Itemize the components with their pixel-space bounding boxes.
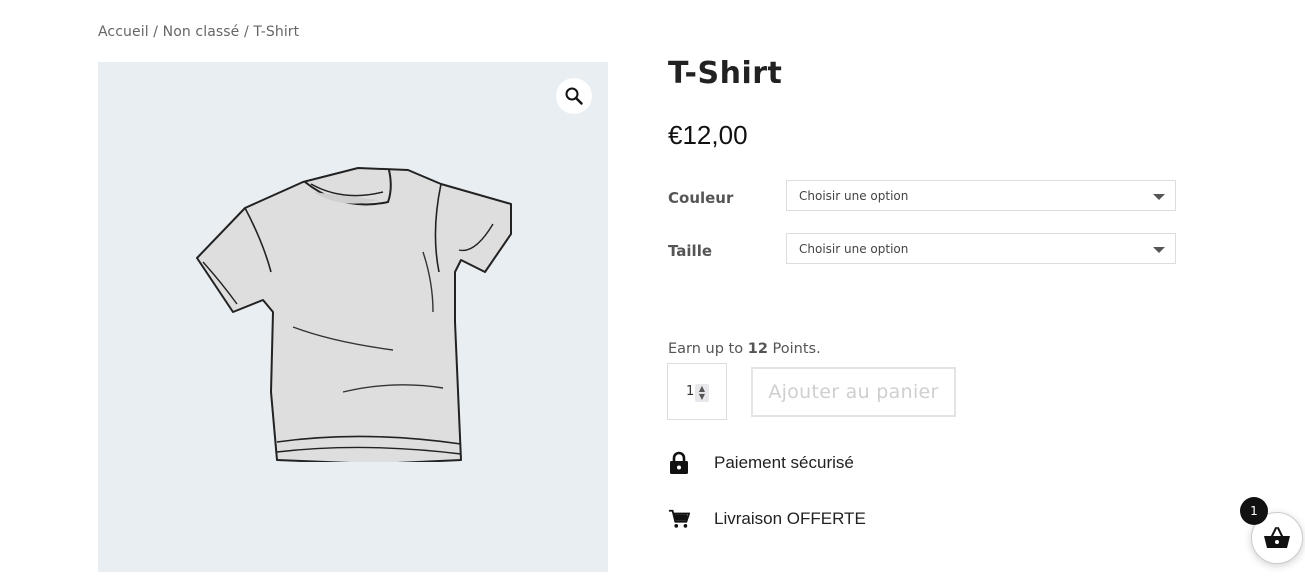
basket-icon (1264, 527, 1290, 548)
lock-icon (668, 451, 690, 475)
size-select[interactable]: Choisir une option (786, 233, 1176, 264)
add-to-cart-button[interactable]: Ajouter au panier (751, 367, 956, 417)
points-amount: 12 (747, 341, 768, 357)
breadcrumb-category-link[interactable]: Non classé (163, 24, 240, 40)
color-label: Couleur (668, 189, 734, 207)
magnifier-icon (565, 87, 583, 105)
chevron-down-icon (1153, 194, 1165, 200)
breadcrumb-current: T-Shirt (253, 24, 300, 40)
breadcrumb: Accueil / Non classé / T-Shirt (98, 24, 299, 40)
size-label: Taille (668, 242, 713, 260)
feature-free-delivery: Livraison OFFERTE (668, 507, 866, 531)
points-suffix: Points. (772, 341, 821, 357)
breadcrumb-home-link[interactable]: Accueil (98, 24, 149, 40)
feature-text: Livraison OFFERTE (714, 509, 866, 528)
cart-icon (668, 507, 690, 531)
tshirt-illustration (196, 167, 512, 462)
cart-count-badge: 1 (1240, 497, 1268, 525)
color-select[interactable]: Choisir une option (786, 180, 1176, 211)
feature-text: Paiement sécurisé (714, 453, 854, 472)
points-notice: Earn up to 12 Points. (668, 341, 821, 357)
spinner-arrows-icon[interactable]: ▲ ▼ (695, 384, 709, 402)
breadcrumb-separator: / (153, 24, 159, 40)
product-price: €12,00 (668, 120, 748, 150)
product-image[interactable] (98, 62, 608, 572)
product-title: T-Shirt (668, 56, 783, 91)
color-select-value: Choisir une option (799, 189, 909, 203)
points-prefix: Earn up to (668, 341, 744, 357)
feature-secure-payment: Paiement sécurisé (668, 451, 854, 475)
quantity-value[interactable]: 1 (686, 384, 694, 399)
zoom-button[interactable] (556, 78, 592, 114)
size-select-value: Choisir une option (799, 242, 909, 256)
chevron-down-icon (1153, 247, 1165, 253)
quantity-stepper[interactable]: 1 ▲ ▼ (667, 363, 727, 420)
breadcrumb-separator: / (243, 24, 249, 40)
